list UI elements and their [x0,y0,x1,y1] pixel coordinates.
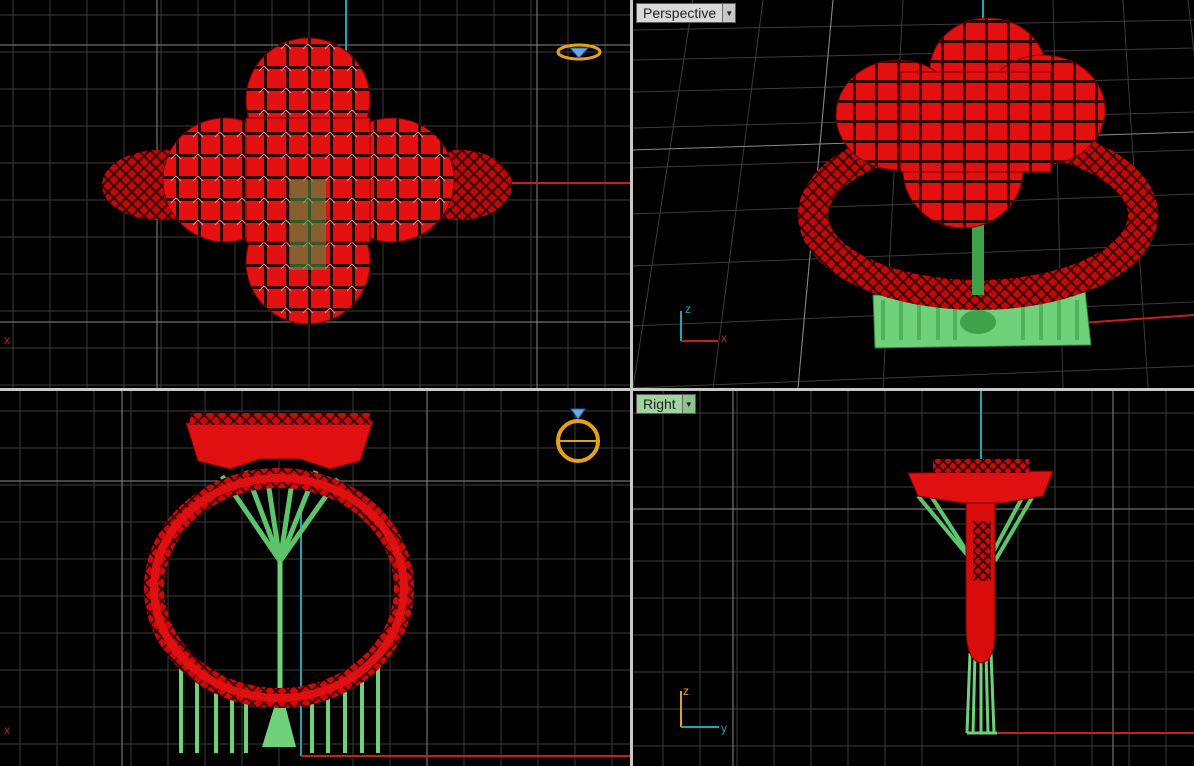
viewport-title: Perspective [643,5,717,21]
x-axis-marker: x [4,723,10,737]
z-axis-label: z [683,684,689,698]
viewport-title: Right [643,396,676,412]
x-axis-label: x [721,331,727,345]
viewport-front[interactable]: x [0,391,630,766]
y-axis-label: y [721,721,727,735]
z-axis-label: z [685,302,691,316]
viewport-label-perspective[interactable]: Perspective ▼ [636,3,737,23]
ring-model-top-view[interactable] [0,0,630,388]
viewport-perspective[interactable]: Perspective ▼ z x [633,0,1194,388]
ring-view-icon[interactable] [556,38,602,66]
chevron-down-icon[interactable]: ▼ [681,395,695,413]
chevron-down-icon[interactable]: ▼ [722,4,736,22]
ring-view-icon[interactable] [553,405,603,465]
viewport-right[interactable]: Right ▼ z y [633,391,1194,766]
x-axis-marker: x [4,333,10,347]
viewport-label-right[interactable]: Right ▼ [636,394,696,414]
viewport-top[interactable]: x [0,0,630,388]
ring-model-front-view[interactable] [0,391,630,766]
